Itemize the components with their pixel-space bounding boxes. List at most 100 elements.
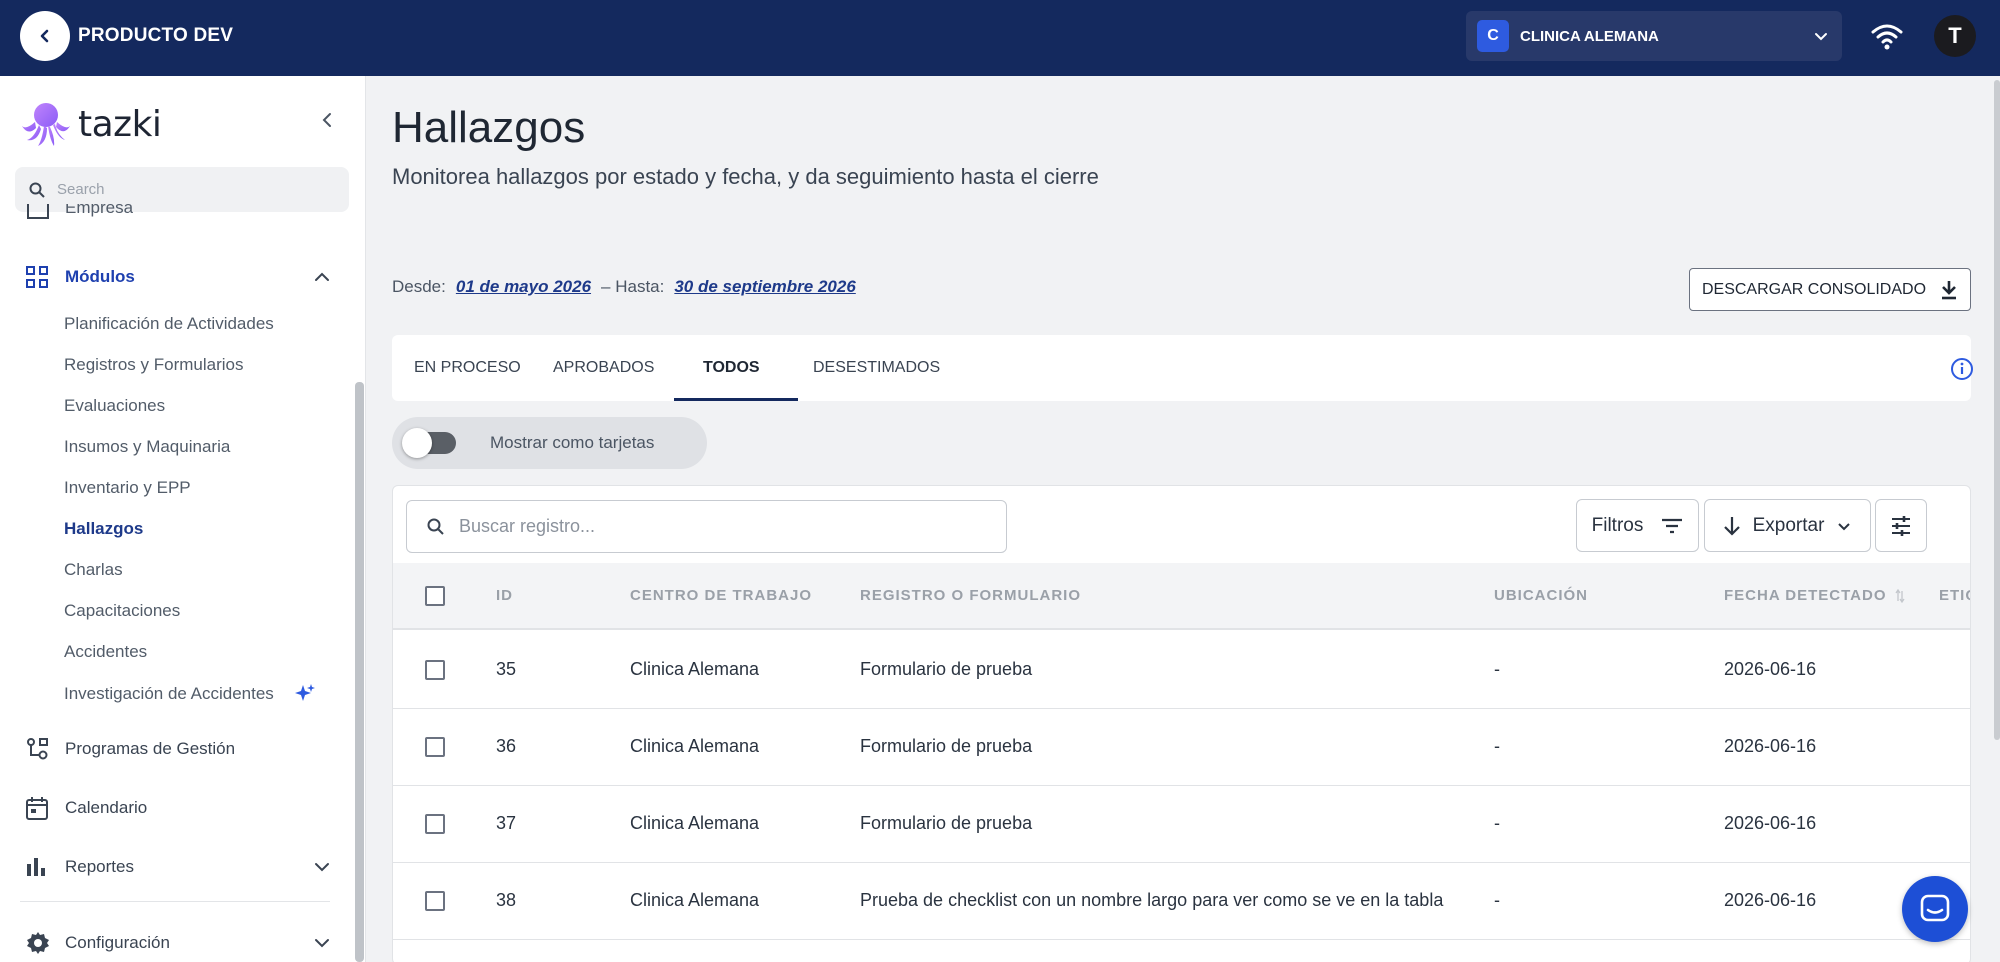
app-title: PRODUCTO DEV (78, 25, 234, 46)
octopus-logo-icon (22, 103, 70, 146)
sidebar-item-modulos[interactable]: Módulos (0, 262, 365, 292)
table-search-input[interactable]: Buscar registro... (406, 500, 1007, 553)
cell-centro: Clinica Alemana (630, 813, 760, 833)
chat-support-button[interactable] (1902, 876, 1968, 942)
sort-icon (1894, 588, 1905, 603)
column-header-centro[interactable]: CENTRO DE TRABAJO (630, 587, 812, 604)
cell-fecha: 2026-06-16 (1724, 736, 1817, 756)
row-checkbox[interactable] (425, 660, 445, 680)
column-header-id[interactable]: ID (496, 587, 513, 604)
sidebar-item-calendario[interactable]: Calendario (0, 793, 365, 823)
cell-registro: Formulario de prueba (860, 659, 1033, 679)
cell-id: 36 (496, 736, 517, 756)
sidebar-subitem-investigacion[interactable]: Investigación de Accidentes (64, 683, 316, 705)
tazki-logo[interactable]: tazki (20, 100, 162, 148)
search-icon (29, 182, 45, 198)
sidebar-item-label: Módulos (65, 267, 135, 286)
cell-ubicacion: - (1494, 659, 1500, 679)
cell-fecha: 2026-06-16 (1724, 659, 1817, 679)
filter-lines-icon (1662, 518, 1683, 533)
to-label: – Hasta: (601, 277, 665, 296)
sidebar-subitem-insumos[interactable]: Insumos y Maquinaria (64, 437, 230, 457)
sparkle-icon (294, 684, 315, 701)
company-badge: C (1477, 20, 1509, 52)
sidebar-subitem-accidentes[interactable]: Accidentes (64, 642, 147, 662)
download-button-label: DESCARGAR CONSOLIDADO (1701, 280, 1927, 298)
cell-centro: Clinica Alemana (630, 736, 760, 756)
tab-todos[interactable]: TODOS (703, 335, 760, 401)
user-avatar[interactable]: T (1934, 15, 1976, 57)
row-checkbox[interactable] (425, 814, 445, 834)
sidebar-scrollbar[interactable] (355, 382, 364, 962)
cell-registro: Prueba de checklist con un nombre largo … (860, 890, 1444, 910)
cell-registro: Formulario de prueba (860, 813, 1033, 833)
sidebar-item-configuracion[interactable]: Configuración (0, 928, 365, 958)
cell-centro: Clinica Alemana (630, 659, 760, 679)
toggle-switch[interactable] (402, 428, 456, 458)
sidebar-item-reportes[interactable]: Reportes (0, 852, 365, 882)
column-settings-button[interactable] (1875, 499, 1927, 552)
column-header-fecha[interactable]: FECHA DETECTADO (1724, 587, 1905, 604)
sidebar-subitem-evaluaciones[interactable]: Evaluaciones (64, 396, 165, 416)
row-checkbox[interactable] (425, 737, 445, 757)
tab-aprobados[interactable]: APROBADOS (553, 335, 654, 401)
chevron-up-icon (315, 272, 329, 281)
building-icon (27, 204, 49, 219)
sidebar-subitem-inventario[interactable]: Inventario y EPP (64, 478, 191, 498)
table-row[interactable]: 35 Clinica Alemana Formulario de prueba … (393, 632, 1970, 709)
logo-text: tazki (78, 103, 162, 145)
column-header-registro[interactable]: REGISTRO O FORMULARIO (860, 587, 1081, 604)
cell-id: 37 (496, 813, 517, 833)
chat-icon (1920, 894, 1950, 922)
cell-ubicacion: - (1494, 890, 1500, 910)
tab-en-proceso[interactable]: EN PROCESO (414, 335, 521, 401)
select-all-checkbox[interactable] (425, 586, 445, 606)
sidebar-item-label: Configuración (65, 933, 170, 952)
cell-registro: Formulario de prueba (860, 736, 1033, 756)
grid-icon (26, 266, 48, 288)
findings-table-card: Buscar registro... Filtros Exportar ID C… (392, 485, 1971, 962)
collapse-sidebar-icon[interactable] (318, 110, 338, 130)
download-consolidated-button[interactable]: DESCARGAR CONSOLIDADO (1689, 268, 1971, 311)
wifi-icon[interactable] (1870, 20, 1904, 54)
sidebar-item-empresa[interactable]: Empresa (26, 204, 133, 222)
tab-desestimados[interactable]: DESESTIMADOS (813, 335, 940, 401)
table-row[interactable]: 37 Clinica Alemana Formulario de prueba … (393, 786, 1970, 863)
row-checkbox[interactable] (425, 891, 445, 911)
chevron-down-icon (1815, 33, 1827, 41)
cell-ubicacion: - (1494, 813, 1500, 833)
sidebar-item-label: Calendario (65, 798, 148, 817)
column-header-etiquetas[interactable]: ETIQ (1939, 587, 1970, 604)
company-selector[interactable]: C CLINICA ALEMANA (1466, 11, 1842, 61)
cards-view-toggle[interactable]: Mostrar como tarjetas (392, 417, 707, 469)
sidebar-item-programas[interactable]: Programas de Gestión (0, 734, 365, 764)
table-row[interactable]: 36 Clinica Alemana Formulario de prueba … (393, 709, 1970, 786)
sidebar-subitem-charlas[interactable]: Charlas (64, 560, 123, 580)
cell-ubicacion: - (1494, 736, 1500, 756)
sidebar-subitem-registros[interactable]: Registros y Formularios (64, 355, 244, 375)
sidebar-subitem-hallazgos[interactable]: Hallazgos (64, 519, 143, 539)
page-scrollbar[interactable] (1994, 80, 2000, 740)
toggle-label: Mostrar como tarjetas (490, 433, 655, 452)
main-content: Hallazgos Monitorea hallazgos por estado… (367, 76, 2000, 962)
bar-chart-icon (27, 858, 45, 876)
table-search-placeholder: Buscar registro... (459, 516, 596, 536)
from-date-link[interactable]: 01 de mayo 2026 (456, 277, 591, 297)
filters-button[interactable]: Filtros (1576, 499, 1699, 552)
column-header-ubicacion[interactable]: UBICACIÓN (1494, 587, 1588, 604)
to-date-link[interactable]: 30 de septiembre 2026 (674, 277, 855, 297)
sidebar-subitem-planificacion[interactable]: Planificación de Actividades (64, 314, 274, 334)
company-name: CLINICA ALEMANA (1520, 27, 1659, 45)
sidebar: tazki Search Empresa Módulos Planificaci… (0, 76, 366, 962)
export-button[interactable]: Exportar (1704, 499, 1871, 552)
download-icon (1942, 280, 1957, 299)
table-row[interactable]: 38 Clinica Alemana Prueba de checklist c… (393, 863, 1970, 940)
toggle-knob (402, 428, 432, 458)
cell-fecha: 2026-06-16 (1724, 813, 1817, 833)
sidebar-subitem-capacitaciones[interactable]: Capacitaciones (64, 601, 180, 621)
back-button[interactable] (20, 11, 70, 61)
gear-icon (27, 932, 49, 954)
column-header-label: FECHA DETECTADO (1724, 587, 1887, 604)
flowchart-icon (27, 738, 48, 760)
info-icon[interactable] (1950, 357, 1974, 381)
